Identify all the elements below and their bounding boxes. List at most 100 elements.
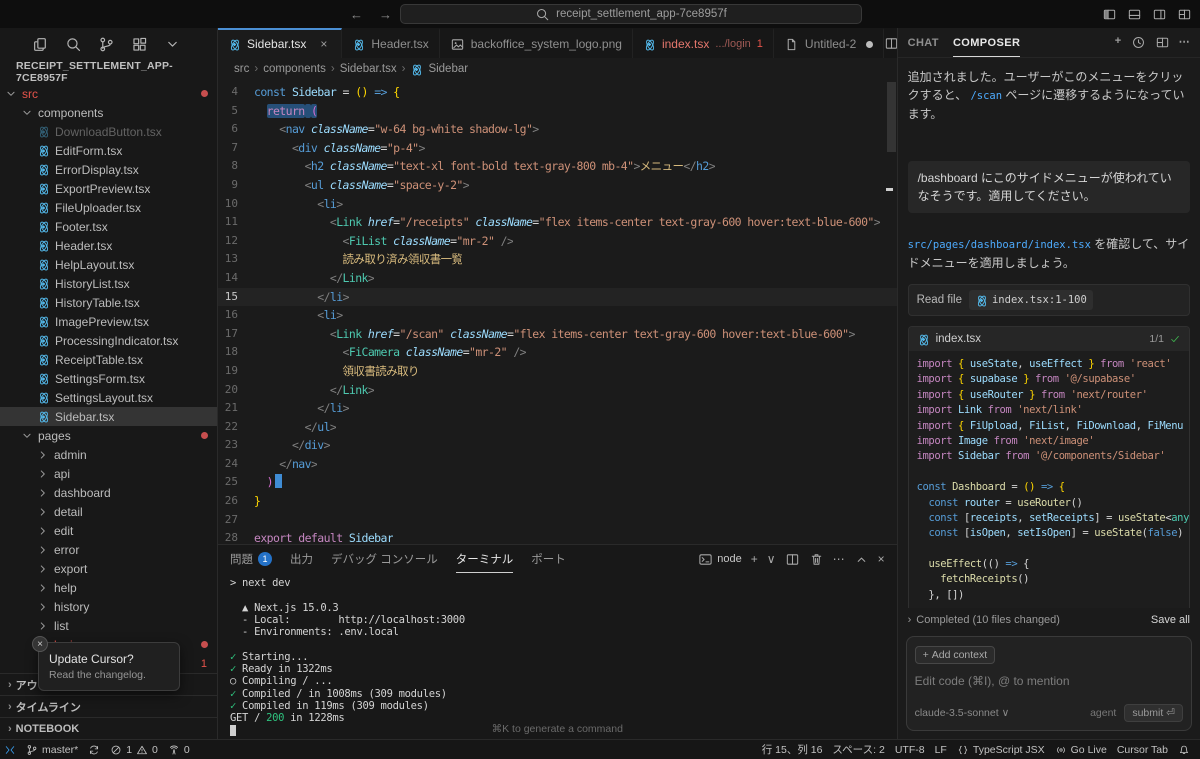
tree-item-detail[interactable]: detail bbox=[0, 502, 217, 521]
breadcrumb-item-src[interactable]: src bbox=[234, 63, 249, 75]
tree-item-api[interactable]: api bbox=[0, 464, 217, 483]
inline-code-link[interactable]: src/pages/dashboard/index.tsx bbox=[908, 239, 1091, 251]
tree-item-components[interactable]: components bbox=[0, 103, 217, 122]
toggle-secondary-sidebar-icon[interactable] bbox=[1152, 7, 1167, 22]
panel-tab-[interactable]: 問題 1 bbox=[230, 545, 272, 573]
submit-button[interactable]: submit ⏎ bbox=[1124, 704, 1183, 722]
editor-tab-index-tsx[interactable]: index.tsx .../login 1 bbox=[632, 28, 774, 58]
update-notification[interactable]: × Update Cursor? Read the changelog. bbox=[32, 636, 180, 691]
open-editor-icon[interactable] bbox=[1155, 35, 1170, 50]
code-card-header[interactable]: index.tsx 1/1 bbox=[908, 327, 1189, 351]
breadcrumb-item-sidebar-tsx[interactable]: Sidebar.tsx bbox=[340, 63, 397, 75]
panel-tab-[interactable]: 出力 bbox=[290, 545, 313, 573]
panel-tab-[interactable]: デバッグ コンソール bbox=[331, 545, 438, 573]
tree-item-edit[interactable]: edit bbox=[0, 521, 217, 540]
indentation[interactable]: スペース: 2 bbox=[832, 742, 884, 757]
sidebar-section-notebook[interactable]: › NOTEBOOK bbox=[0, 717, 217, 739]
cursor-tab-toggle[interactable]: Cursor Tab bbox=[1117, 744, 1168, 756]
add-context-button[interactable]: + Add context bbox=[914, 646, 996, 664]
tab-composer[interactable]: COMPOSER bbox=[953, 28, 1020, 57]
editor-tab-untitled-2[interactable]: Untitled-2 bbox=[773, 28, 885, 58]
tree-item-processingindicator-tsx[interactable]: ProcessingIndicator.tsx bbox=[0, 331, 217, 350]
tree-item-footer-tsx[interactable]: Footer.tsx bbox=[0, 217, 217, 236]
remote-indicator[interactable] bbox=[4, 744, 16, 756]
chat-more-icon[interactable]: ⋯ bbox=[1179, 35, 1190, 50]
panel-tab-[interactable]: ポート bbox=[531, 545, 566, 573]
sidebar-section-[interactable]: › タイムライン bbox=[0, 695, 217, 717]
close-icon[interactable]: × bbox=[32, 636, 48, 652]
tree-item-help[interactable]: help bbox=[0, 578, 217, 597]
tree-item-export[interactable]: export bbox=[0, 559, 217, 578]
tree-item-historytable-tsx[interactable]: HistoryTable.tsx bbox=[0, 293, 217, 312]
new-chat-icon[interactable]: + bbox=[1115, 35, 1122, 50]
model-picker[interactable]: claude-3.5-sonnet ∨ bbox=[915, 707, 1010, 719]
tree-item-admin[interactable]: admin bbox=[0, 445, 217, 464]
problems-status[interactable]: 1 0 bbox=[110, 744, 158, 756]
tree-item-editform-tsx[interactable]: EditForm.tsx bbox=[0, 141, 217, 160]
explorer-icon[interactable] bbox=[32, 36, 49, 53]
history-icon[interactable] bbox=[1131, 35, 1146, 50]
ports-status[interactable]: 0 bbox=[168, 744, 190, 756]
tree-item-dashboard[interactable]: dashboard bbox=[0, 483, 217, 502]
tree-item-list[interactable]: list bbox=[0, 616, 217, 635]
breadcrumb-item-components[interactable]: components bbox=[263, 63, 326, 75]
tree-item-settingslayout-tsx[interactable]: SettingsLayout.tsx bbox=[0, 388, 217, 407]
editor-scrollbar[interactable] bbox=[886, 82, 896, 152]
customize-layout-icon[interactable] bbox=[1177, 7, 1192, 22]
encoding[interactable]: UTF-8 bbox=[895, 744, 925, 756]
code-diff-card[interactable]: index.tsx 1/1 import { useState, useEffe… bbox=[907, 326, 1190, 608]
editor-tab-sidebar-tsx[interactable]: Sidebar.tsx × bbox=[218, 28, 343, 58]
tree-item-errordisplay-tsx[interactable]: ErrorDisplay.tsx bbox=[0, 160, 217, 179]
tree-item-historylist-tsx[interactable]: HistoryList.tsx bbox=[0, 274, 217, 293]
tree-item-helplayout-tsx[interactable]: HelpLayout.tsx bbox=[0, 255, 217, 274]
tree-item-src[interactable]: src bbox=[0, 84, 217, 103]
go-live-button[interactable]: Go Live bbox=[1055, 744, 1107, 756]
terminal-more-icon[interactable]: ⋯ bbox=[833, 552, 845, 566]
extensions-icon[interactable] bbox=[131, 36, 148, 53]
tree-item-exportpreview-tsx[interactable]: ExportPreview.tsx bbox=[0, 179, 217, 198]
more-views-chevron-icon[interactable] bbox=[164, 36, 181, 53]
command-center-search[interactable]: receipt_settlement_app-7ce8957f bbox=[400, 4, 862, 24]
kill-terminal-icon[interactable] bbox=[809, 552, 824, 567]
save-all-button[interactable]: Save all bbox=[1151, 614, 1190, 626]
editor-tab-backoffice-system-logo-png[interactable]: backoffice_system_logo.png bbox=[439, 28, 633, 58]
tree-item-settingsform-tsx[interactable]: SettingsForm.tsx bbox=[0, 369, 217, 388]
tree-item-fileuploader-tsx[interactable]: FileUploader.tsx bbox=[0, 198, 217, 217]
terminal-dropdown-icon[interactable]: ∨ bbox=[767, 552, 776, 566]
agent-mode-label[interactable]: agent bbox=[1090, 707, 1116, 719]
file-chip[interactable]: index.tsx:1-100 bbox=[968, 290, 1093, 310]
tree-item-error[interactable]: error bbox=[0, 540, 217, 559]
inline-code-link[interactable]: /scan bbox=[970, 90, 1002, 102]
back-icon[interactable]: ← bbox=[350, 7, 363, 22]
terminal-instance[interactable]: node bbox=[698, 552, 742, 567]
tree-item-header-tsx[interactable]: Header.tsx bbox=[0, 236, 217, 255]
tree-item-receipttable-tsx[interactable]: ReceiptTable.tsx bbox=[0, 350, 217, 369]
tree-item-history[interactable]: history bbox=[0, 597, 217, 616]
tab-chat[interactable]: CHAT bbox=[908, 28, 939, 57]
toggle-panel-icon[interactable] bbox=[1127, 7, 1142, 22]
forward-icon[interactable]: → bbox=[379, 7, 392, 22]
maximize-panel-icon[interactable] bbox=[854, 552, 869, 567]
tree-item-pages[interactable]: pages bbox=[0, 426, 217, 445]
tool-call-read-file[interactable]: Read file index.tsx:1-100 bbox=[907, 284, 1190, 316]
notification-body[interactable]: Read the changelog. bbox=[49, 669, 169, 681]
split-editor-icon[interactable] bbox=[884, 36, 897, 51]
tree-item-downloadbutton-tsx[interactable]: DownloadButton.tsx bbox=[0, 122, 217, 141]
expand-chevron-icon[interactable]: › bbox=[908, 614, 912, 626]
notifications-bell[interactable] bbox=[1178, 744, 1190, 756]
language-mode[interactable]: TypeScript JSX bbox=[957, 744, 1045, 756]
source-control-icon[interactable] bbox=[98, 36, 115, 53]
terminal-output[interactable]: > next dev ▲ Next.js 15.0.3 - Local: htt… bbox=[218, 573, 897, 739]
editor-tab-header-tsx[interactable]: Header.tsx bbox=[342, 28, 440, 58]
close-icon[interactable]: × bbox=[316, 37, 331, 52]
toggle-sidebar-icon[interactable] bbox=[1102, 7, 1117, 22]
composer-input[interactable]: Edit code (⌘I), @ to mention bbox=[915, 674, 1183, 688]
close-panel-icon[interactable]: × bbox=[878, 552, 885, 566]
tree-item-imagepreview-tsx[interactable]: ImagePreview.tsx bbox=[0, 312, 217, 331]
search-view-icon[interactable] bbox=[65, 36, 82, 53]
breadcrumb-item-sidebar[interactable]: Sidebar bbox=[410, 62, 468, 76]
eol-sequence[interactable]: LF bbox=[935, 744, 947, 756]
panel-tab-[interactable]: ターミナル bbox=[456, 545, 514, 573]
code-editor[interactable]: 4 const Sidebar = () => {5 return (6 <nav… bbox=[218, 80, 897, 544]
cursor-position[interactable]: 行 15、列 16 bbox=[762, 742, 823, 757]
